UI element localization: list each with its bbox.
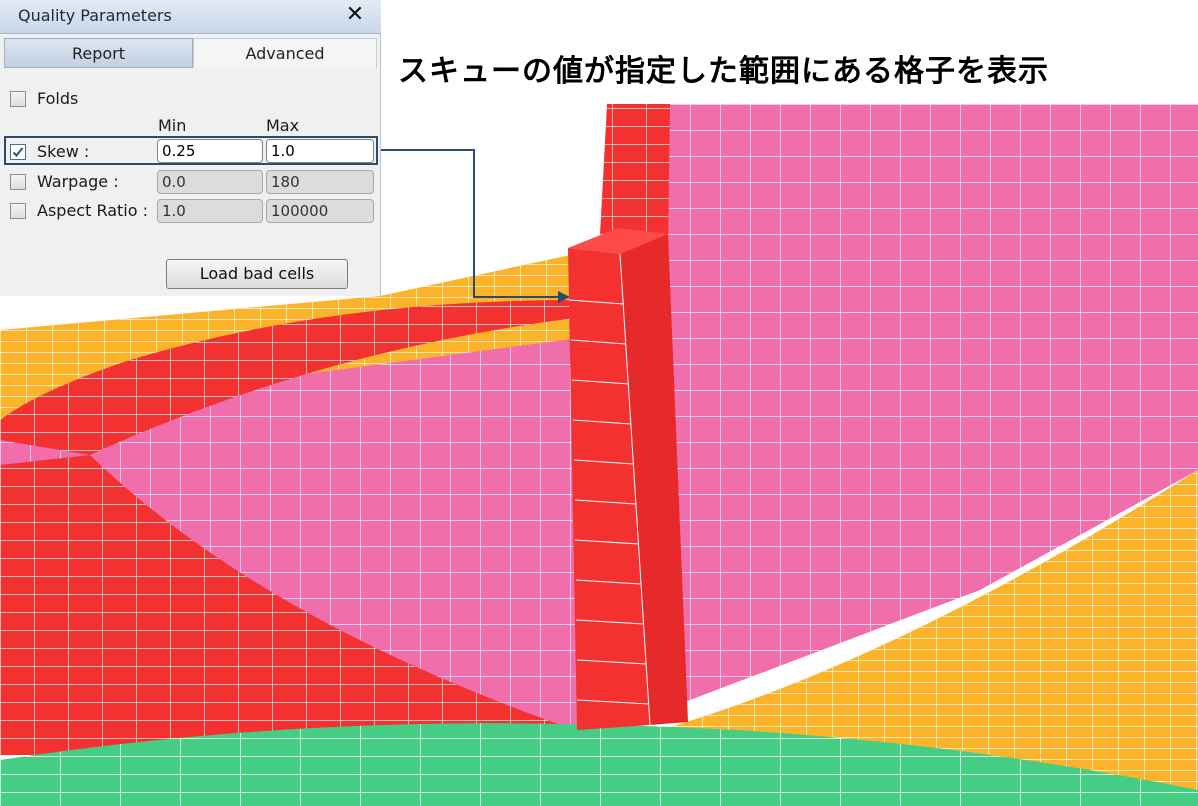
warpage-min-field[interactable]: 0.0 — [157, 170, 263, 194]
aspect-ratio-checkbox[interactable] — [10, 203, 26, 219]
aspect-ratio-max-field[interactable]: 100000 — [266, 199, 374, 223]
close-icon[interactable]: ✕ — [343, 3, 367, 27]
tab-advanced[interactable]: Advanced — [193, 38, 377, 68]
aspect-ratio-min-field[interactable]: 1.0 — [157, 199, 263, 223]
dialog-titlebar[interactable]: Quality Parameters ✕ — [0, 0, 381, 34]
skew-label: Skew : — [37, 142, 90, 161]
quality-parameters-dialog: Quality Parameters ✕ Report Advanced Fol… — [0, 0, 381, 296]
aspect-ratio-label: Aspect Ratio : — [37, 201, 148, 220]
min-column-header: Min — [158, 116, 187, 135]
warpage-max-field[interactable]: 180 — [266, 170, 374, 194]
skew-checkbox[interactable] — [10, 144, 26, 160]
folds-label: Folds — [37, 89, 79, 108]
warpage-checkbox[interactable] — [10, 174, 26, 190]
folds-checkbox[interactable] — [10, 91, 26, 107]
check-icon — [12, 147, 24, 157]
dialog-title: Quality Parameters — [18, 6, 172, 25]
annotation-heading: スキューの値が指定した範囲にある格子を表示 — [398, 54, 1049, 89]
max-column-header: Max — [266, 116, 300, 135]
bad-cells-column — [568, 228, 688, 730]
load-bad-cells-button[interactable]: Load bad cells — [166, 259, 348, 289]
skew-max-field[interactable]: 1.0 — [266, 139, 374, 163]
warpage-label: Warpage : — [37, 172, 119, 191]
skew-min-field[interactable]: 0.25 — [157, 139, 263, 163]
bad-cells-wall-edge — [600, 104, 670, 250]
tab-bar: Report Advanced — [4, 38, 377, 68]
tab-report[interactable]: Report — [4, 38, 193, 68]
